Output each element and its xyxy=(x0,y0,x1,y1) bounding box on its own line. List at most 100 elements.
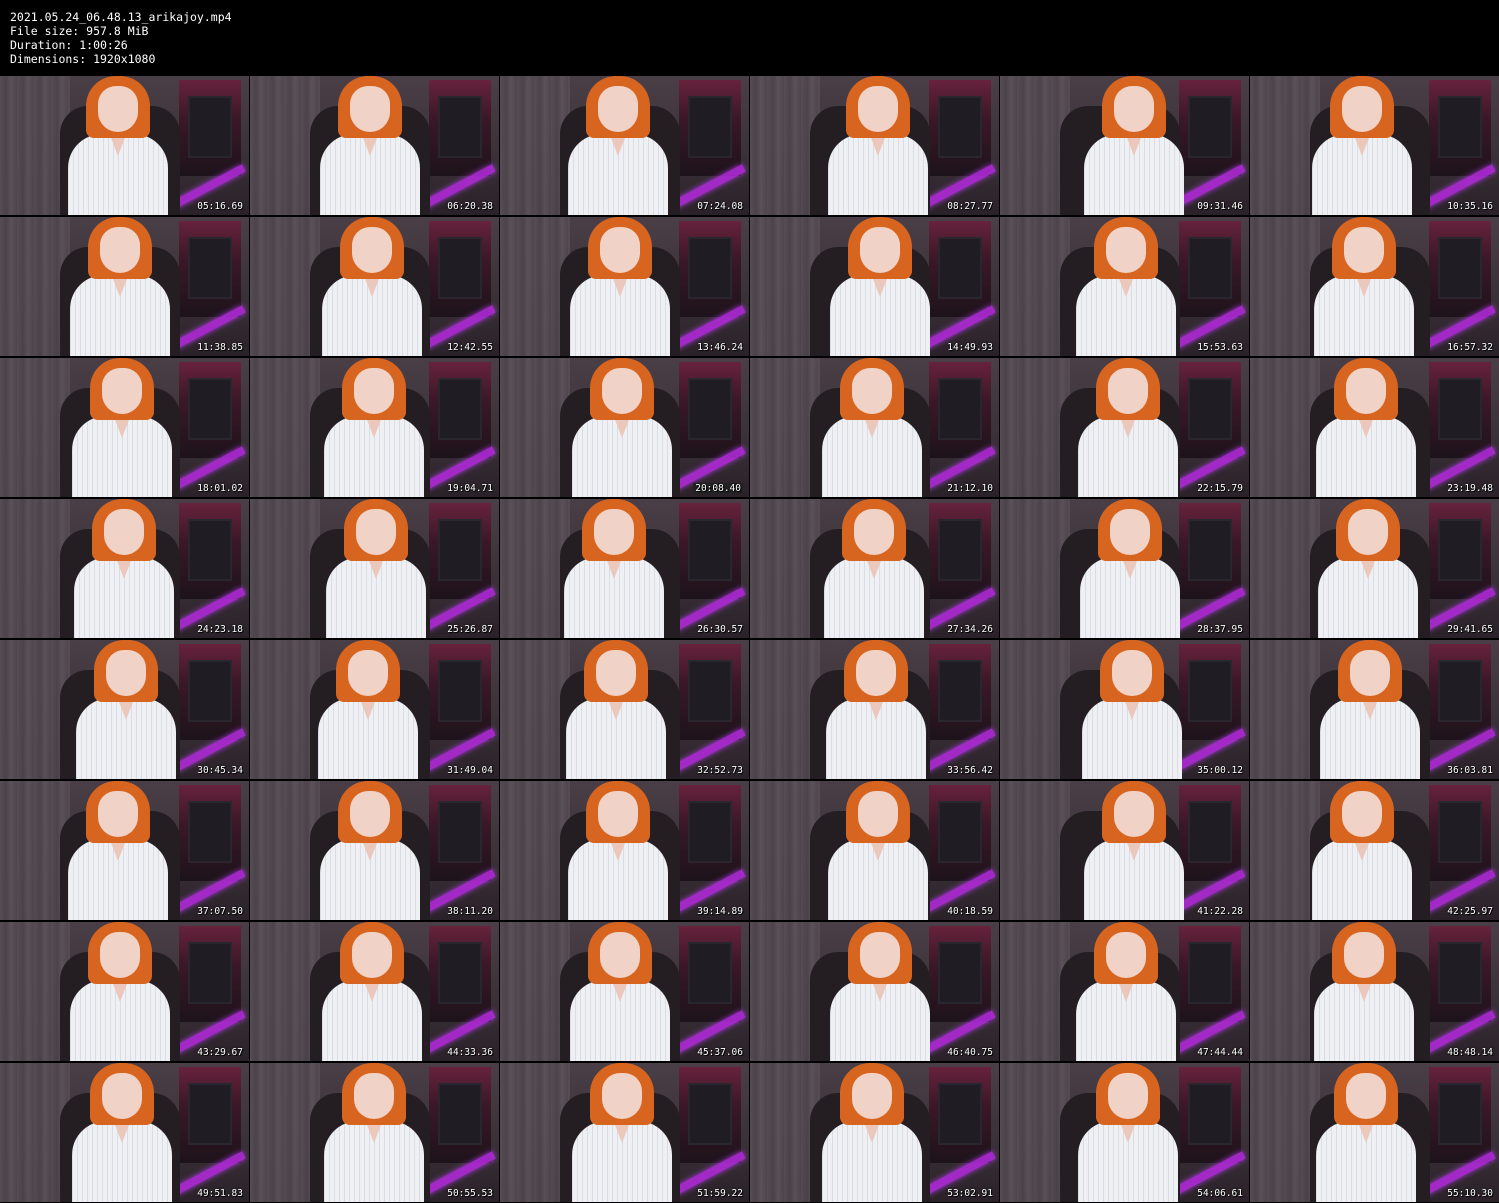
timestamp-label: 47:44.44 xyxy=(1197,1047,1243,1058)
video-thumbnail[interactable]: 20:08.40 xyxy=(500,358,749,497)
painting xyxy=(1438,942,1482,1004)
video-thumbnail[interactable]: 07:24.08 xyxy=(500,76,749,215)
video-thumbnail[interactable]: 35:00.12 xyxy=(1000,640,1249,779)
person xyxy=(572,358,672,497)
person xyxy=(1312,781,1412,920)
painting xyxy=(1438,519,1482,581)
video-thumbnail[interactable]: 51:59.22 xyxy=(500,1063,749,1202)
person xyxy=(68,76,168,215)
video-thumbnail[interactable]: 42:25.97 xyxy=(1250,781,1499,920)
video-thumbnail[interactable]: 48:48.14 xyxy=(1250,922,1499,1061)
video-thumbnail[interactable]: 10:35.16 xyxy=(1250,76,1499,215)
person xyxy=(1316,358,1416,497)
timestamp-label: 20:08.40 xyxy=(693,483,743,494)
video-thumbnail[interactable]: 31:49.04 xyxy=(250,640,499,779)
face xyxy=(356,509,396,555)
video-thumbnail[interactable]: 53:02.91 xyxy=(750,1063,999,1202)
video-thumbnail[interactable]: 49:51.83 xyxy=(0,1063,249,1202)
video-thumbnail[interactable]: 46:40.75 xyxy=(750,922,999,1061)
painting xyxy=(1188,801,1232,863)
person xyxy=(320,76,420,215)
timestamp-label: 14:49.93 xyxy=(947,342,993,353)
video-thumbnail[interactable]: 32:52.73 xyxy=(500,640,749,779)
person xyxy=(74,499,174,638)
timestamp-label: 19:04.71 xyxy=(447,483,493,494)
painting xyxy=(688,1083,732,1145)
video-thumbnail[interactable]: 37:07.50 xyxy=(0,781,249,920)
face xyxy=(1344,227,1384,273)
timestamp-label: 21:12.10 xyxy=(947,483,993,494)
timestamp-label: 51:59.22 xyxy=(697,1188,743,1199)
video-thumbnail[interactable]: 41:22.28 xyxy=(1000,781,1249,920)
timestamp-label: 33:56.42 xyxy=(947,765,993,776)
timestamp-label: 28:37.95 xyxy=(1197,624,1243,635)
timestamp-label: 37:07.50 xyxy=(197,906,243,917)
face xyxy=(598,86,638,132)
video-thumbnail[interactable]: 39:14.89 xyxy=(500,781,749,920)
timestamp-label: 15:53.63 xyxy=(1197,342,1243,353)
video-thumbnail[interactable]: 05:16.69 xyxy=(0,76,249,215)
dimensions-text: Dimensions: 1920x1080 xyxy=(10,52,156,66)
painting xyxy=(688,96,732,158)
person xyxy=(72,358,172,497)
video-thumbnail[interactable]: 25:26.87 xyxy=(250,499,499,638)
painting xyxy=(1188,237,1232,299)
video-thumbnail[interactable]: 33:56.42 xyxy=(750,640,999,779)
face xyxy=(1112,650,1152,696)
video-thumbnail[interactable]: 38:11.20 xyxy=(250,781,499,920)
video-thumbnail[interactable]: 47:44.44 xyxy=(1000,922,1249,1061)
video-thumbnail[interactable]: 06:20.38 xyxy=(250,76,499,215)
video-thumbnail[interactable]: 15:53.63 xyxy=(1000,217,1249,356)
video-thumbnail[interactable]: 13:46.24 xyxy=(500,217,749,356)
video-thumbnail[interactable]: 19:04.71 xyxy=(250,358,499,497)
person xyxy=(1084,781,1184,920)
video-thumbnail[interactable]: 29:41.65 xyxy=(1250,499,1499,638)
video-thumbnail[interactable]: 21:12.10 xyxy=(750,358,999,497)
painting xyxy=(688,237,732,299)
video-thumbnail[interactable]: 45:37.06 xyxy=(500,922,749,1061)
video-thumbnail[interactable]: 54:06.61 xyxy=(1000,1063,1249,1202)
video-thumbnail[interactable]: 11:38.85 xyxy=(0,217,249,356)
timestamp-label: 07:24.08 xyxy=(697,201,743,212)
timestamp-label: 08:27.77 xyxy=(947,201,993,212)
video-thumbnail[interactable]: 28:37.95 xyxy=(1000,499,1249,638)
video-thumbnail[interactable]: 30:45.34 xyxy=(0,640,249,779)
video-thumbnail[interactable]: 40:18.59 xyxy=(750,781,999,920)
video-thumbnail[interactable]: 50:55.53 xyxy=(250,1063,499,1202)
face xyxy=(354,368,394,414)
face xyxy=(1344,932,1384,978)
video-thumbnail[interactable]: 44:33.36 xyxy=(250,922,499,1061)
timestamp-label: 29:41.65 xyxy=(1447,624,1493,635)
person xyxy=(830,922,930,1061)
face xyxy=(596,650,636,696)
timestamp-label: 13:46.24 xyxy=(697,342,743,353)
video-thumbnail[interactable]: 16:57.32 xyxy=(1250,217,1499,356)
video-thumbnail[interactable]: 08:27.77 xyxy=(750,76,999,215)
face xyxy=(100,227,140,273)
video-thumbnail[interactable]: 18:01.02 xyxy=(0,358,249,497)
person xyxy=(320,781,420,920)
person xyxy=(1082,640,1182,779)
video-thumbnail[interactable]: 55:10.30 xyxy=(1250,1063,1499,1202)
painting xyxy=(1188,942,1232,1004)
face xyxy=(102,368,142,414)
video-thumbnail[interactable]: 23:19.48 xyxy=(1250,358,1499,497)
video-thumbnail[interactable]: 14:49.93 xyxy=(750,217,999,356)
painting xyxy=(438,801,482,863)
face xyxy=(98,86,138,132)
video-thumbnail[interactable]: 12:42.55 xyxy=(250,217,499,356)
person xyxy=(70,922,170,1061)
video-thumbnail[interactable]: 24:23.18 xyxy=(0,499,249,638)
video-thumbnail[interactable]: 09:31.46 xyxy=(1000,76,1249,215)
video-thumbnail[interactable]: 22:15.79 xyxy=(1000,358,1249,497)
video-thumbnail[interactable]: 43:29.67 xyxy=(0,922,249,1061)
timestamp-label: 41:22.28 xyxy=(1197,906,1243,917)
face xyxy=(1108,1073,1148,1119)
video-thumbnail[interactable]: 26:30.57 xyxy=(500,499,749,638)
video-thumbnail[interactable]: 27:34.26 xyxy=(750,499,999,638)
person xyxy=(830,217,930,356)
video-thumbnail[interactable]: 36:03.81 xyxy=(1250,640,1499,779)
face xyxy=(1106,932,1146,978)
person xyxy=(1080,499,1180,638)
painting xyxy=(938,378,982,440)
